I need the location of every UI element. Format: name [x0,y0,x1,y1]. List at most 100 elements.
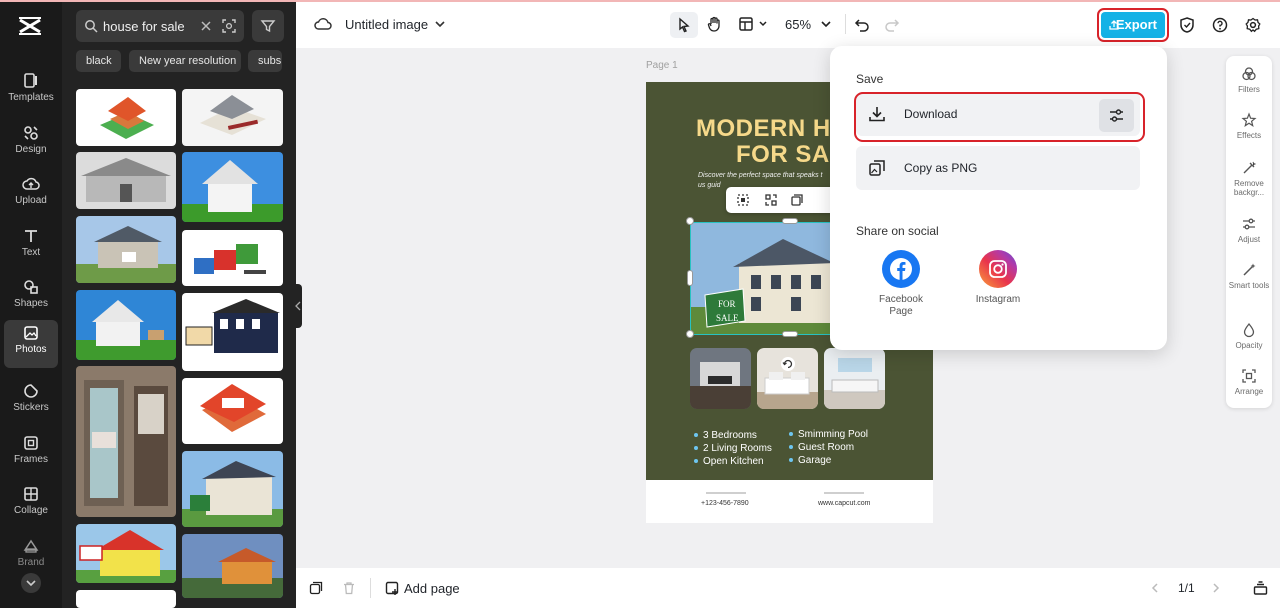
bullet-icon [694,433,698,438]
rail-item-text[interactable]: Text [4,223,58,271]
save-heading: Save [856,72,884,86]
add-page-icon[interactable] [385,581,400,596]
chip-black[interactable]: black [76,50,121,72]
rail-item-label: Brand [17,557,45,568]
document-title[interactable]: Untitled image [345,17,428,32]
layout-icon[interactable] [738,16,754,32]
photo-thumbnail[interactable] [76,290,176,360]
tool-remove-background[interactable]: Remove backgr... [1226,160,1272,197]
crop-select-icon[interactable] [736,193,750,207]
features-right-list[interactable]: Smimming Pool Guest Room Garage [789,428,868,467]
features-left-list[interactable]: 3 Bedrooms 2 Living Rooms Open Kitchen [694,429,772,468]
rail-item-stickers[interactable]: Stickers [4,378,58,426]
rail-expand-button[interactable] [21,573,41,593]
cloud-sync-icon[interactable] [314,16,332,32]
tool-filters[interactable]: Filters [1226,66,1272,94]
zoom-level[interactable]: 65% [785,17,811,32]
next-page-icon[interactable] [1211,582,1221,594]
rail-item-frames[interactable]: Frames [4,430,58,478]
download-settings-button[interactable] [1099,99,1134,132]
interior-photo[interactable] [824,348,885,409]
photo-thumbnail[interactable] [76,590,176,608]
photo-thumbnail[interactable] [76,216,176,283]
pages-panel-icon[interactable] [1253,581,1268,595]
interior-photo[interactable] [757,348,818,409]
kitchen-photo [690,362,751,409]
tool-label: Filters [1238,85,1260,94]
rail-item-photos[interactable]: Photos [4,320,58,368]
design-footer[interactable]: +123-456-7890 www.capcut.com [646,480,933,523]
photo-thumbnail[interactable] [182,293,283,371]
panel-collapse-handle[interactable] [294,284,302,328]
shield-icon[interactable] [1179,16,1195,34]
house-photo [194,244,266,274]
select-tool-button[interactable] [670,12,698,38]
rail-item-templates[interactable]: Templates [4,68,58,116]
photo-thumbnail[interactable] [76,89,176,146]
feature-item: Smimming Pool [789,428,868,441]
photo-thumbnail[interactable] [182,152,283,222]
filter-button[interactable] [252,10,284,42]
clear-icon[interactable] [200,20,212,32]
resize-handle[interactable] [782,331,798,337]
rail-item-collage[interactable]: Collage [4,481,58,529]
add-page-button[interactable]: Add page [404,581,460,596]
photo-thumbnail[interactable] [182,89,283,146]
photo-thumbnail[interactable] [182,230,283,286]
photo-thumbnail[interactable] [76,366,176,517]
export-button[interactable]: Export [1101,12,1165,38]
photo-thumbnail[interactable] [182,534,283,598]
photo-thumbnail[interactable] [182,451,283,527]
interior-photo[interactable] [690,348,751,409]
chip-new-year-resolution[interactable]: New year resolution [129,50,241,72]
tool-smart-tools[interactable]: Smart tools [1226,262,1272,290]
feature-text: Garage [798,455,832,466]
toolbar-divider [845,14,846,34]
duplicate-page-icon[interactable] [309,581,323,595]
tool-adjust[interactable]: Adjust [1226,216,1272,244]
resize-handle[interactable] [687,270,693,286]
facebook-share-button[interactable] [882,250,920,288]
chevron-down-icon[interactable] [758,19,768,29]
hand-tool-icon[interactable] [706,15,724,33]
remove-background-icon [1243,161,1257,174]
help-icon[interactable] [1212,17,1228,33]
feature-text: Open Kitchen [703,456,764,467]
filter-icon [260,20,276,33]
photo-thumbnail[interactable] [76,152,176,209]
gear-icon[interactable] [1245,17,1261,33]
previous-page-icon[interactable] [1150,582,1160,594]
photo-thumbnail[interactable] [76,524,176,583]
photo-thumbnail[interactable] [182,378,283,444]
tool-arrange[interactable]: Arrange [1226,368,1272,396]
rail-item-design[interactable]: Design [4,120,58,168]
left-rail: Templates Design Upload Text Shapes Phot… [0,0,62,608]
tool-effects[interactable]: Effects [1226,112,1272,140]
replace-icon[interactable] [764,193,778,207]
undo-icon[interactable] [854,16,870,32]
bottom-divider [370,578,371,598]
main-house-photo[interactable]: FOR SALE [690,222,833,335]
copy-as-png-option[interactable]: Copy as PNG [856,146,1140,190]
tool-opacity[interactable]: Opacity [1226,322,1272,350]
resize-handle[interactable] [686,330,694,338]
resize-handle[interactable] [782,218,798,224]
rail-item-upload[interactable]: Upload [4,171,58,219]
duplicate-icon[interactable] [790,193,804,207]
copy-as-png-label: Copy as PNG [904,161,978,175]
instagram-share-button[interactable] [979,250,1017,288]
rail-item-label: Photos [15,344,47,355]
tool-label: Opacity [1235,341,1263,350]
image-search-icon[interactable] [221,18,237,34]
redo-icon[interactable] [884,16,900,32]
chip-subs[interactable]: subs [248,50,282,72]
search-input[interactable]: house for sale [76,10,244,42]
resize-handle[interactable] [686,217,694,225]
chevron-down-icon[interactable] [434,19,446,29]
delete-page-icon[interactable] [342,581,356,595]
bullet-icon [789,432,793,437]
rail-item-label: Stickers [13,402,49,413]
rotate-icon[interactable] [780,356,796,372]
chevron-down-icon[interactable] [820,19,832,29]
rail-item-shapes[interactable]: Shapes [4,274,58,322]
